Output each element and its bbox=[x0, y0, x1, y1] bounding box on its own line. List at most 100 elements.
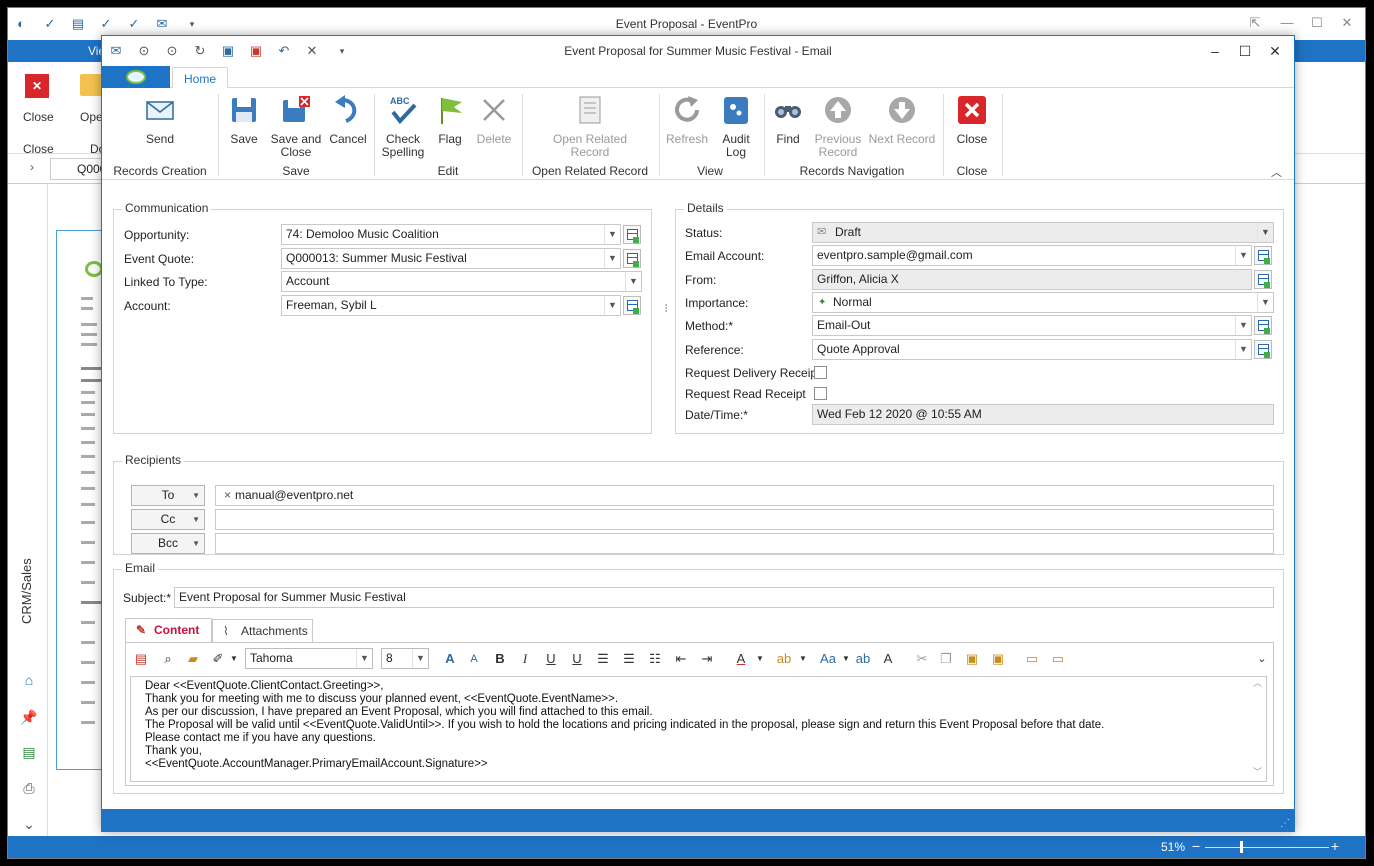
close-button[interactable]: Close bbox=[952, 94, 992, 146]
importance-field[interactable]: ✦ Normal ▼ bbox=[812, 292, 1274, 313]
to-button[interactable]: To ▼ bbox=[131, 485, 205, 506]
flag-button[interactable]: Flag bbox=[432, 94, 468, 146]
decrease-indent-icon[interactable]: ⇤ bbox=[672, 650, 690, 668]
chevron-down-icon[interactable]: ▼ bbox=[794, 650, 812, 668]
chevron-down-icon[interactable]: ▼ bbox=[412, 649, 428, 668]
chevron-down-icon[interactable]: ▼ bbox=[837, 650, 855, 668]
zoom-in-icon[interactable]: + bbox=[1331, 838, 1339, 854]
tab-content[interactable]: ✎ Content bbox=[125, 618, 212, 643]
change-case-icon[interactable]: Aa bbox=[819, 650, 837, 668]
account-field[interactable]: Freeman, Sybil L ▼ bbox=[281, 295, 621, 316]
italic-icon[interactable]: I bbox=[516, 650, 534, 668]
find-icon[interactable]: ⌕ bbox=[159, 650, 177, 668]
numbering-icon[interactable]: ☰ bbox=[620, 650, 638, 668]
copy-icon[interactable]: ❐ bbox=[937, 650, 955, 668]
increase-indent-icon[interactable]: ⇥ bbox=[698, 650, 716, 668]
reference-lookup-button[interactable] bbox=[1254, 340, 1272, 359]
minimize-icon[interactable]: — bbox=[1277, 14, 1297, 32]
read-receipt-checkbox[interactable] bbox=[814, 387, 827, 400]
chevron-down-icon[interactable]: ▼ bbox=[1235, 316, 1251, 335]
insert-merge-field-icon[interactable]: ▭ bbox=[1049, 650, 1067, 668]
from-lookup-button[interactable] bbox=[1254, 270, 1272, 289]
linked-type-field[interactable]: Account ▼ bbox=[281, 271, 642, 292]
chevron-down-icon[interactable]: ▼ bbox=[1257, 293, 1273, 312]
method-field[interactable]: Email-Out ▼ bbox=[812, 315, 1252, 336]
double-underline-icon[interactable]: U bbox=[568, 650, 586, 668]
check-spelling-button[interactable]: ABC Check Spelling bbox=[380, 94, 426, 159]
opportunity-lookup-button[interactable] bbox=[623, 225, 641, 244]
list-icon[interactable]: ▤ bbox=[20, 744, 38, 762]
chevron-down-icon[interactable]: ▼ bbox=[225, 650, 243, 668]
chevron-down-icon[interactable]: ▼ bbox=[625, 272, 641, 291]
next-record-button[interactable]: Next Record bbox=[868, 94, 936, 146]
new-document-icon[interactable]: ▤ bbox=[132, 650, 150, 668]
paste-special-icon[interactable]: ▣ bbox=[989, 650, 1007, 668]
zoom-slider-thumb[interactable] bbox=[1240, 841, 1243, 853]
highlight-icon[interactable]: ab bbox=[775, 650, 793, 668]
editor-scrollbar[interactable]: ︿ ﹀ bbox=[1250, 677, 1266, 781]
delivery-receipt-checkbox[interactable] bbox=[814, 366, 827, 379]
font-dialog-icon[interactable]: A bbox=[879, 650, 897, 668]
save-and-close-button[interactable]: Save and Close bbox=[268, 94, 324, 159]
font-size-select[interactable]: 8 ▼ bbox=[381, 648, 429, 669]
multilevel-list-icon[interactable]: ☷ bbox=[646, 650, 664, 668]
resize-grip-icon[interactable]: ⋰ bbox=[1280, 818, 1290, 829]
close-button-label[interactable]: Close bbox=[23, 110, 54, 124]
sidebar-section-label[interactable]: CRM/Sales bbox=[19, 558, 34, 624]
grow-font-icon[interactable]: A bbox=[441, 650, 459, 668]
bcc-button[interactable]: Bcc ▼ bbox=[131, 533, 205, 554]
underline-icon[interactable]: U bbox=[542, 650, 560, 668]
email-account-lookup-button[interactable] bbox=[1254, 246, 1272, 265]
chevron-down-icon[interactable]: ▼ bbox=[1235, 340, 1251, 359]
tab-home[interactable]: Home bbox=[172, 67, 229, 89]
scroll-down-icon[interactable]: ﹀ bbox=[1253, 766, 1262, 779]
find-button[interactable]: Find bbox=[770, 94, 806, 146]
method-lookup-button[interactable] bbox=[1254, 316, 1272, 335]
previous-record-button[interactable]: Previous Record bbox=[812, 94, 864, 159]
splitter-grip[interactable]: ··· bbox=[660, 303, 674, 312]
event-quote-lookup-button[interactable] bbox=[623, 249, 641, 268]
app-menu-button[interactable] bbox=[102, 66, 170, 88]
open-related-record-button[interactable]: Open Related Record bbox=[548, 94, 632, 159]
maximize-icon[interactable]: ☐ bbox=[1307, 14, 1327, 32]
shrink-font-icon[interactable]: A bbox=[465, 650, 483, 668]
zoom-out-icon[interactable]: − bbox=[1192, 838, 1200, 854]
refresh-button[interactable]: Refresh bbox=[664, 94, 710, 146]
spell-check-icon[interactable]: ab bbox=[854, 650, 872, 668]
email-body[interactable]: Dear <<EventQuote.ClientContact.Greeting… bbox=[130, 676, 1267, 782]
chevron-down-icon[interactable]: ▼ bbox=[751, 650, 769, 668]
audit-log-button[interactable]: Audit Log bbox=[716, 94, 756, 159]
collapse-ribbon-icon[interactable]: ︿ bbox=[1271, 164, 1282, 180]
printer-icon[interactable]: ⎙ bbox=[20, 780, 38, 798]
chevron-down-icon[interactable]: ▼ bbox=[604, 249, 620, 268]
cancel-button[interactable]: Cancel bbox=[328, 94, 368, 146]
chevron-down-icon[interactable]: ▼ bbox=[604, 296, 620, 315]
cut-icon[interactable]: ✂ bbox=[913, 650, 931, 668]
app-menu-button[interactable] bbox=[8, 40, 76, 62]
event-quote-field[interactable]: Q000013: Summer Music Festival ▼ bbox=[281, 248, 621, 269]
save-button[interactable]: Save bbox=[226, 94, 262, 146]
chevron-down-icon[interactable]: ⌄ bbox=[1253, 650, 1271, 668]
close-icon[interactable]: ✕ bbox=[1337, 14, 1357, 32]
reference-field[interactable]: Quote Approval ▼ bbox=[812, 339, 1252, 360]
bcc-field[interactable] bbox=[215, 533, 1274, 554]
maximize-icon[interactable]: ☐ bbox=[1234, 41, 1256, 61]
to-field[interactable]: × manual@eventpro.net bbox=[215, 485, 1274, 506]
close-icon[interactable]: ✕ bbox=[1264, 41, 1286, 61]
send-button[interactable]: Send bbox=[132, 94, 188, 146]
scroll-up-icon[interactable]: ︿ bbox=[1253, 677, 1262, 690]
chevron-down-icon[interactable]: ▼ bbox=[356, 649, 372, 668]
insert-field-icon[interactable]: ▭ bbox=[1023, 650, 1041, 668]
open-folder-icon[interactable]: ▰ bbox=[184, 650, 202, 668]
tab-attachments[interactable]: ⌇ Attachments bbox=[212, 619, 313, 644]
remove-recipient-icon[interactable]: × bbox=[224, 488, 231, 502]
open-button-label[interactable]: Ope bbox=[80, 110, 103, 124]
restore-icon[interactable]: ⇱ bbox=[1245, 14, 1265, 32]
cc-button[interactable]: Cc ▼ bbox=[131, 509, 205, 530]
email-account-field[interactable]: eventpro.sample@gmail.com ▼ bbox=[812, 245, 1252, 266]
opportunity-field[interactable]: 74: Demoloo Music Coalition ▼ bbox=[281, 224, 621, 245]
font-name-select[interactable]: Tahoma ▼ bbox=[245, 648, 373, 669]
zoom-slider[interactable] bbox=[1205, 847, 1329, 848]
delete-button[interactable]: Delete bbox=[474, 94, 514, 146]
paste-icon[interactable]: ▣ bbox=[963, 650, 981, 668]
